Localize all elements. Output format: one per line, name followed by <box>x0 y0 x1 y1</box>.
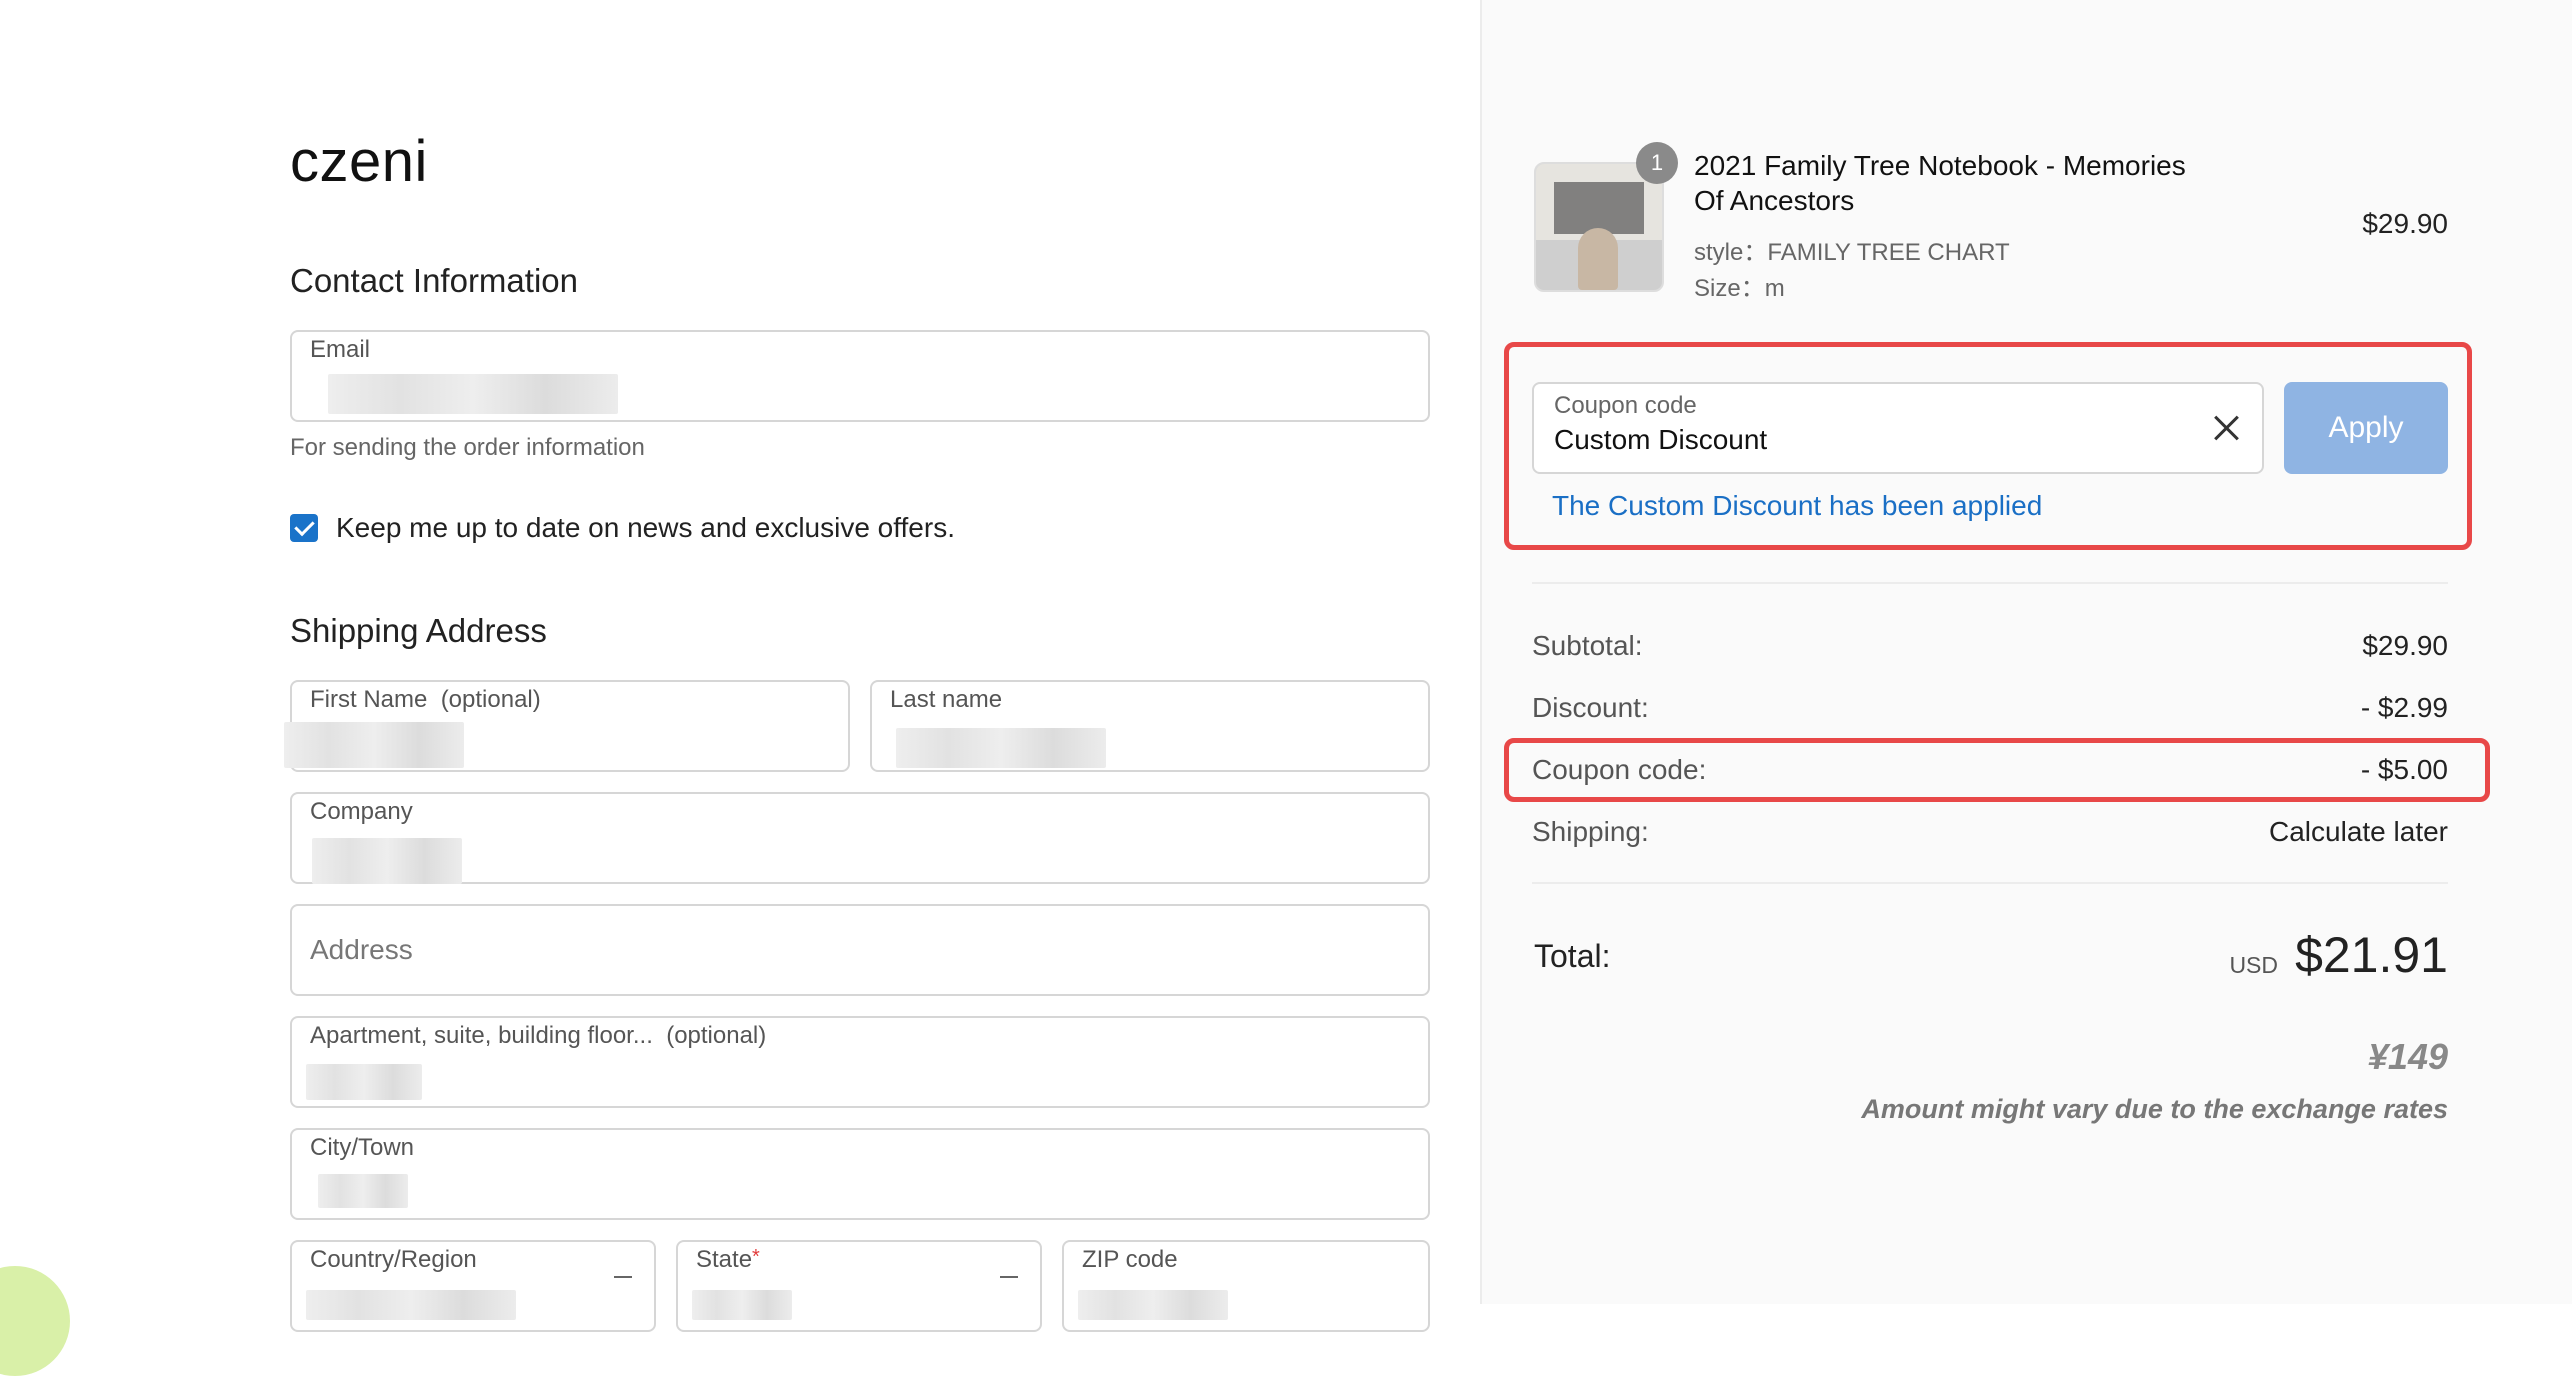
discount-label: Discount: <box>1532 692 1649 723</box>
local-currency-total: ¥149 <box>2367 1036 2448 1077</box>
required-marker: * <box>752 1246 760 1268</box>
product-size: Size：m <box>1694 268 1785 303</box>
subtotal-value: $29.90 <box>2362 630 2448 661</box>
total-value: $21.91 <box>2295 927 2448 983</box>
country-value-redacted <box>306 1290 516 1320</box>
exchange-rate-note: Amount might vary due to the exchange ra… <box>1861 1094 2448 1124</box>
last-name-label: Last name <box>890 686 1003 713</box>
discount-value: - $2.99 <box>2360 692 2448 723</box>
email-helper-text: For sending the order information <box>290 434 645 461</box>
apartment-value-redacted <box>306 1064 422 1100</box>
chevron-down-icon <box>614 1276 632 1278</box>
product-size-value: m <box>1764 275 1785 302</box>
product-price: $29.90 <box>2362 208 2448 239</box>
country-label: Country/Region <box>310 1246 477 1273</box>
last-name-field[interactable]: Last name <box>870 680 1430 772</box>
product-style: style：FAMILY TREE CHART <box>1694 232 2010 267</box>
zip-label: ZIP code <box>1082 1246 1178 1273</box>
company-field[interactable]: Company <box>290 792 1430 884</box>
coupon-discount-value: - $5.00 <box>2360 754 2448 785</box>
email-label: Email <box>310 336 371 363</box>
checkout-form-panel: czeni Contact Information Email For send… <box>0 0 1480 1376</box>
product-style-label: style： <box>1694 239 1768 266</box>
divider <box>1532 582 2448 584</box>
state-value-redacted <box>692 1290 792 1320</box>
address-placeholder: Address <box>310 934 413 965</box>
country-select[interactable]: Country/Region <box>290 1240 656 1332</box>
product-title: 2021 Family Tree Notebook - Memories Of … <box>1694 150 2186 216</box>
newsletter-checkbox[interactable] <box>290 514 318 542</box>
city-field[interactable]: City/Town <box>290 1128 1430 1220</box>
contact-info-title: Contact Information <box>290 262 578 299</box>
state-label: State <box>696 1246 753 1273</box>
coupon-discount-label: Coupon code: <box>1532 754 1707 785</box>
product-size-label: Size： <box>1694 275 1765 302</box>
zip-field[interactable]: ZIP code <box>1062 1240 1430 1332</box>
chat-widget-button[interactable] <box>0 1266 70 1376</box>
close-icon[interactable] <box>2212 414 2240 442</box>
coupon-code-input[interactable]: Coupon code Custom Discount <box>1532 382 2264 474</box>
apply-coupon-button[interactable]: Apply <box>2284 382 2448 474</box>
total-label: Total: <box>1534 938 1611 974</box>
coupon-applied-message: The Custom Discount has been applied <box>1552 490 2043 521</box>
divider <box>1532 882 2448 884</box>
shipping-label: Shipping: <box>1532 816 1649 847</box>
chevron-down-icon <box>1000 1276 1018 1278</box>
coupon-code-value: Custom Discount <box>1554 424 1768 455</box>
address-field[interactable]: Address <box>290 904 1430 996</box>
city-label: City/Town <box>310 1134 415 1161</box>
zip-value-redacted <box>1078 1290 1228 1320</box>
first-name-optional: (optional) <box>440 686 541 713</box>
store-logo[interactable]: czeni <box>290 128 428 195</box>
subtotal-label: Subtotal: <box>1532 630 1643 661</box>
shipping-value: Calculate later <box>2269 816 2448 847</box>
apartment-optional: (optional) <box>666 1022 767 1049</box>
total-currency: USD <box>2229 952 2278 978</box>
company-value-redacted <box>312 838 462 884</box>
product-style-value: FAMILY TREE CHART <box>1767 239 2010 266</box>
product-thumbnail <box>1534 162 1664 292</box>
email-value-redacted <box>328 374 618 414</box>
newsletter-label[interactable]: Keep me up to date on news and exclusive… <box>336 512 955 544</box>
company-label: Company <box>310 798 413 825</box>
shipping-address-title: Shipping Address <box>290 612 547 649</box>
first-name-field[interactable]: First Name (optional) <box>284 680 850 772</box>
first-name-value-redacted <box>284 722 464 768</box>
email-field[interactable]: Email <box>290 330 1430 422</box>
city-value-redacted <box>318 1174 408 1208</box>
quantity-badge: 1 <box>1636 142 1678 184</box>
apartment-field[interactable]: Apartment, suite, building floor... (opt… <box>290 1016 1430 1108</box>
apartment-label: Apartment, suite, building floor... <box>310 1022 653 1049</box>
first-name-label: First Name <box>310 686 428 713</box>
state-select[interactable]: State* <box>676 1240 1042 1332</box>
coupon-code-label: Coupon code <box>1554 392 1697 419</box>
last-name-value-redacted <box>896 728 1106 768</box>
